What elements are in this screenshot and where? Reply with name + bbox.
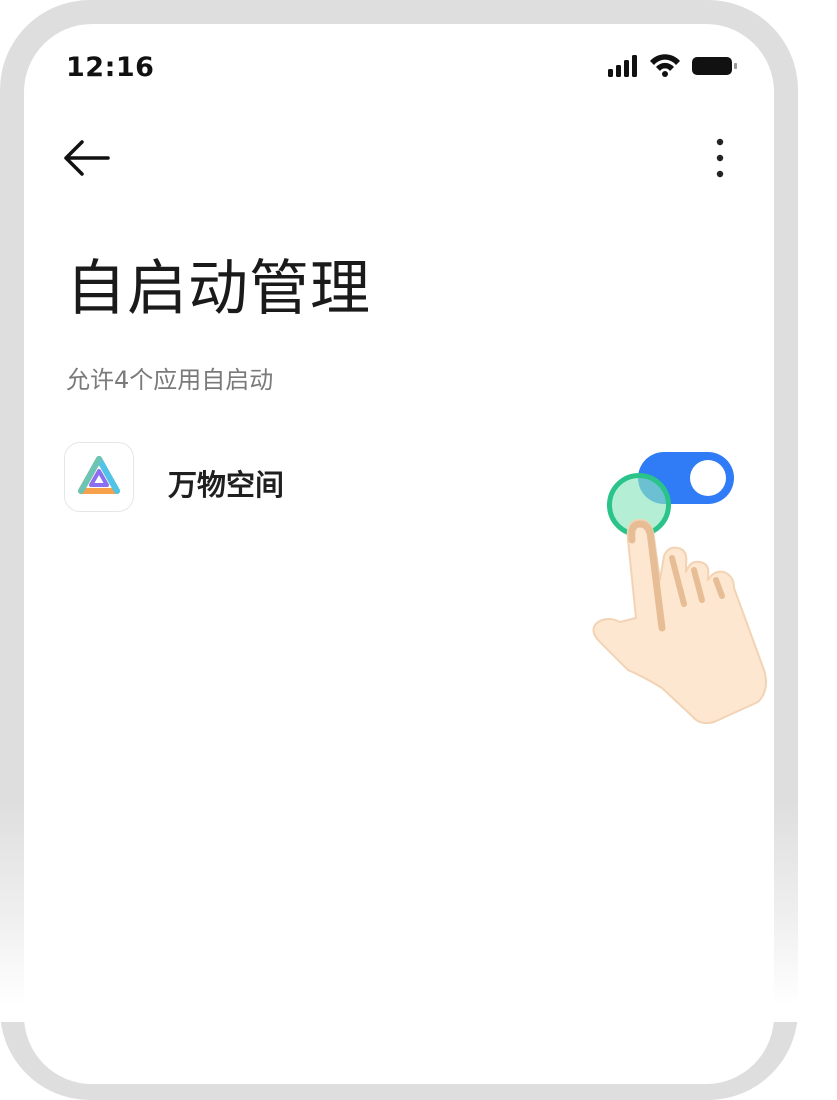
page-title: 自启动管理 bbox=[66, 254, 371, 324]
more-vertical-icon bbox=[716, 138, 724, 178]
app-logo-icon bbox=[64, 442, 134, 512]
back-button[interactable] bbox=[60, 136, 112, 180]
arrow-left-icon bbox=[64, 140, 110, 176]
pointing-hand-icon bbox=[592, 519, 767, 725]
status-time: 12:16 bbox=[66, 52, 155, 83]
more-options-button[interactable] bbox=[708, 136, 732, 180]
cellular-signal-icon bbox=[608, 55, 637, 77]
battery-icon bbox=[692, 57, 737, 75]
app-name: 万物空间 bbox=[168, 468, 285, 502]
toggle-knob bbox=[690, 460, 726, 496]
status-icons bbox=[608, 54, 740, 78]
autostart-count-subtitle: 允许4个应用自启动 bbox=[66, 366, 274, 394]
wifi-icon bbox=[650, 54, 680, 77]
